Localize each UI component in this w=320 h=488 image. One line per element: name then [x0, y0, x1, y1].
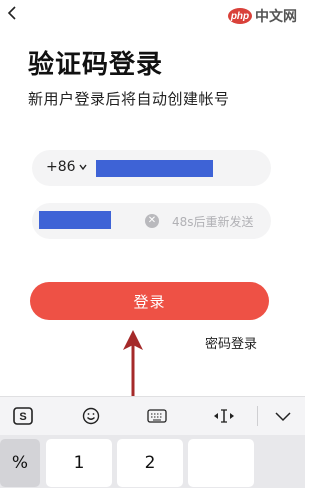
toolbar-divider [257, 406, 258, 426]
code-redaction [39, 211, 111, 229]
page-title: 验证码登录 [28, 50, 164, 80]
watermark-site-text: 中文网 [255, 9, 297, 25]
country-code-label: +86 [46, 159, 76, 175]
login-button[interactable]: 登录 [30, 282, 269, 320]
chevron-left-icon [7, 6, 16, 20]
svg-text:S: S [19, 411, 26, 423]
page-subtitle: 新用户登录后将自动创建帐号 [28, 90, 230, 108]
watermark: php 中文网 [228, 6, 297, 26]
php-logo: php [228, 8, 252, 24]
password-login-link[interactable]: 密码登录 [205, 333, 257, 352]
key-2[interactable]: 2 [117, 439, 183, 487]
clear-icon[interactable]: ✕ [145, 214, 159, 228]
verification-code-field[interactable]: ✕ 48s后重新发送 [32, 203, 271, 239]
phone-number-redaction [96, 160, 213, 177]
phone-field[interactable]: +86 [32, 150, 271, 186]
collapse-keyboard-icon[interactable] [272, 406, 294, 426]
emoji-icon[interactable] [80, 406, 102, 426]
key-percent[interactable]: % [0, 439, 40, 487]
country-code-select[interactable]: +86 [46, 159, 88, 175]
key-3[interactable] [188, 439, 254, 487]
resend-countdown: 48s后重新发送 [172, 215, 254, 229]
chevron-down-icon [78, 164, 87, 171]
sogou-logo-icon[interactable]: S [12, 406, 34, 426]
back-button[interactable] [4, 4, 22, 22]
cursor-move-icon[interactable] [211, 406, 237, 426]
key-1[interactable]: 1 [46, 439, 112, 487]
keyboard-toolbar: S [0, 396, 305, 435]
keyboard-icon[interactable] [146, 406, 168, 426]
keyboard-keys: % 1 2 [0, 435, 305, 488]
